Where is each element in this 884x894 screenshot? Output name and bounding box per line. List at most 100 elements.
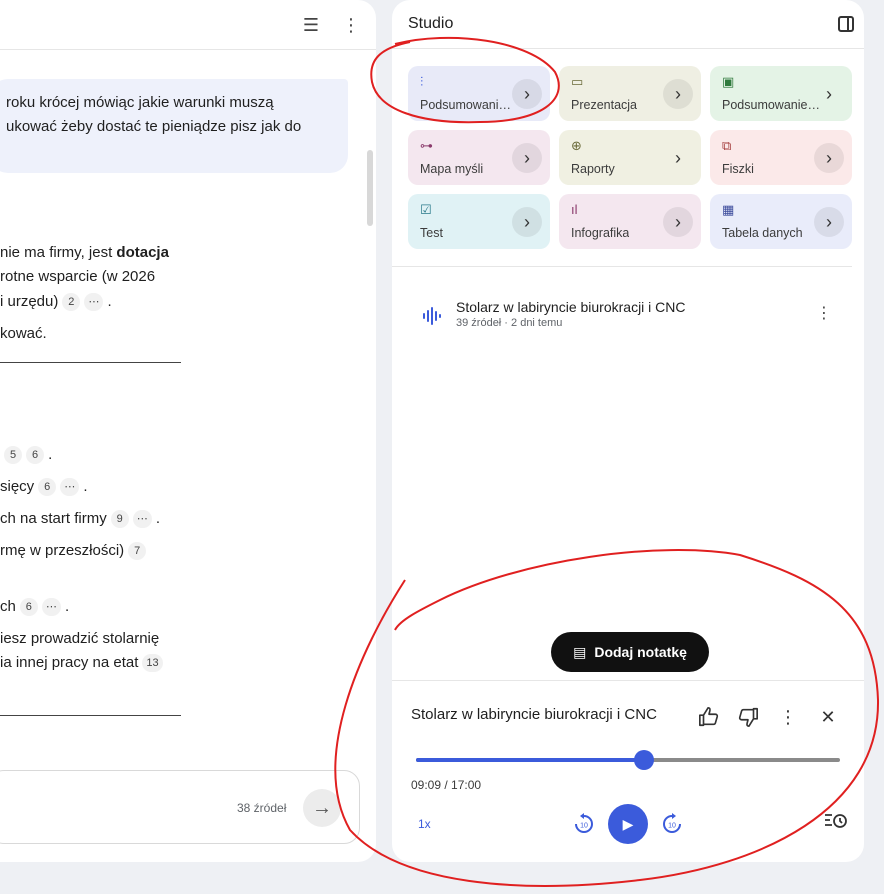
studio-tile-label: Podsumowanie… bbox=[722, 98, 820, 112]
slides-icon: ▭ bbox=[571, 74, 584, 89]
section-divider bbox=[0, 362, 181, 363]
studio-tile-label: Test bbox=[420, 226, 443, 240]
citation-chip[interactable]: 6 bbox=[19, 598, 38, 617]
close-icon[interactable]: ✕ bbox=[815, 704, 841, 730]
play-button[interactable]: ▶ bbox=[608, 804, 648, 844]
answer-text: nie ma firmy, jest bbox=[0, 244, 117, 261]
studio-tile[interactable]: ⫶ Podsumowani… › bbox=[408, 66, 550, 121]
answer-line: i urzędu) 2 ⋯ . bbox=[0, 291, 112, 313]
more-vert-icon[interactable]: ⋮ bbox=[340, 14, 362, 36]
studio-tile-label: Fiszki bbox=[722, 162, 754, 176]
answer-text: rmę w przeszłości) bbox=[0, 542, 125, 559]
playback-time: 09:09 / 17:00 bbox=[411, 778, 482, 792]
studio-tile[interactable]: ▭ Prezentacja › bbox=[559, 66, 701, 121]
answer-punct: . bbox=[79, 478, 88, 495]
user-message-line: roku krócej mówiąc jakie warunki muszą bbox=[6, 94, 274, 111]
answer-text: iesz prowadzić stolarnię bbox=[0, 630, 160, 647]
studio-tile[interactable]: ıl Infografika › bbox=[559, 194, 701, 249]
speed-button[interactable]: 1x bbox=[418, 817, 431, 831]
answer-line: sięcy 6 ⋯ . bbox=[0, 476, 88, 498]
answer-line: rotne wsparcie (w 2026 bbox=[0, 266, 155, 288]
mindmap-icon: ⊶ bbox=[420, 138, 433, 153]
svg-text:10: 10 bbox=[580, 823, 588, 830]
chevron-right-icon[interactable]: › bbox=[814, 207, 844, 237]
answer-bold-text: dotacja bbox=[116, 244, 169, 261]
studio-title: Studio bbox=[408, 15, 454, 32]
citation-chip[interactable]: 5 bbox=[4, 446, 22, 465]
chevron-right-icon[interactable]: › bbox=[512, 143, 542, 173]
studio-tile[interactable]: ▣ Podsumowanie… › bbox=[710, 66, 852, 121]
citation-chip[interactable]: 2 bbox=[62, 293, 81, 312]
citation-chip[interactable]: ⋯ bbox=[84, 293, 104, 312]
chevron-right-icon[interactable]: › bbox=[512, 79, 542, 109]
studio-tile[interactable]: ▦ Tabela danych › bbox=[710, 194, 852, 249]
chevron-right-icon[interactable]: › bbox=[512, 207, 542, 237]
more-vert-icon[interactable]: ⋮ bbox=[775, 704, 801, 730]
answer-text: ch bbox=[0, 598, 16, 615]
answer-line: iesz prowadzić stolarnię bbox=[0, 628, 159, 650]
note-title: Stolarz w labiryncie biurokracji i CNC bbox=[456, 299, 686, 315]
section-divider bbox=[0, 715, 181, 716]
studio-tile[interactable]: ⊶ Mapa myśli › bbox=[408, 130, 550, 185]
note-meta: 39 źródeł · 2 dni temu bbox=[456, 317, 563, 329]
table-icon: ▦ bbox=[722, 202, 735, 217]
citation-chip[interactable]: 7 bbox=[128, 542, 147, 561]
arrow-right-icon: → bbox=[312, 796, 332, 819]
studio-tile-label: Tabela danych bbox=[722, 226, 803, 240]
studio-tile[interactable]: ⧉ Fiszki › bbox=[710, 130, 852, 185]
chat-input[interactable]: 38 źródeł → bbox=[0, 770, 360, 844]
forward-10-icon[interactable]: 10 bbox=[658, 810, 686, 838]
answer-text: sięcy bbox=[0, 478, 35, 495]
answer-punct: . bbox=[103, 293, 112, 310]
rewind-10-icon[interactable]: 10 bbox=[570, 810, 598, 838]
chevron-right-icon[interactable]: › bbox=[663, 79, 693, 109]
playback-history-icon[interactable] bbox=[824, 811, 848, 836]
add-note-button[interactable]: ▤ Dodaj notatkę bbox=[551, 632, 709, 672]
tune-icon[interactable]: ☰ bbox=[300, 14, 322, 36]
progress-slider[interactable] bbox=[416, 750, 840, 770]
answer-line: ch na start firmy 9 ⋯ . bbox=[0, 508, 160, 530]
chevron-right-icon[interactable]: › bbox=[663, 143, 693, 173]
play-icon: ▶ bbox=[622, 815, 634, 832]
answer-line: ia innej pracy na etat 13 bbox=[0, 652, 163, 674]
thumb-up-icon[interactable] bbox=[696, 704, 722, 730]
studio-divider bbox=[392, 48, 864, 49]
svg-text:10: 10 bbox=[668, 823, 676, 830]
answer-line: kować. bbox=[0, 325, 47, 342]
citation-chip[interactable]: 13 bbox=[142, 654, 163, 673]
chevron-right-icon[interactable]: › bbox=[663, 207, 693, 237]
infographic-icon: ıl bbox=[571, 202, 578, 217]
thumb-down-icon[interactable] bbox=[735, 704, 761, 730]
more-vert-icon[interactable]: ⋮ bbox=[816, 303, 832, 323]
citation-chip[interactable]: 9 bbox=[110, 510, 129, 529]
source-count: 38 źródeł bbox=[237, 801, 287, 815]
chevron-right-icon[interactable]: › bbox=[814, 79, 844, 109]
studio-tile-label: Raporty bbox=[571, 162, 615, 176]
player-divider bbox=[392, 680, 864, 681]
progress-fill bbox=[416, 758, 645, 762]
chat-scrollbar[interactable] bbox=[367, 150, 373, 226]
user-message-line: ukować żeby dostać te pieniądze pisz jak… bbox=[6, 118, 302, 135]
note-icon: ▤ bbox=[573, 643, 587, 660]
report-icon: ⊕ bbox=[571, 138, 582, 153]
studio-tile[interactable]: ⊕ Raporty › bbox=[559, 130, 701, 185]
progress-thumb[interactable] bbox=[634, 750, 655, 770]
chat-header: ☰ ⋮ bbox=[0, 0, 376, 50]
citation-chip[interactable]: 6 bbox=[38, 478, 57, 497]
answer-text: rotne wsparcie (w 2026 bbox=[0, 268, 156, 285]
studio-tile[interactable]: ☑ Test › bbox=[408, 194, 550, 249]
send-button[interactable]: → bbox=[303, 789, 341, 827]
citation-chip[interactable]: ⋯ bbox=[60, 478, 80, 497]
answer-punct: . bbox=[151, 510, 161, 527]
studio-tile-label: Prezentacja bbox=[571, 98, 638, 112]
citation-chip[interactable]: 6 bbox=[26, 446, 44, 465]
answer-text: ia innej pracy na etat bbox=[0, 654, 139, 671]
studio-tile-label: Mapa myśli bbox=[420, 162, 484, 176]
add-note-label: Dodaj notatkę bbox=[594, 644, 687, 660]
video-icon: ▣ bbox=[722, 74, 735, 89]
studio-panel: Studio ⫶ Podsumowani… › ▭ Prezentacja › ▣ Podsu… bbox=[392, 0, 864, 862]
citation-chip[interactable]: ⋯ bbox=[41, 598, 61, 617]
citation-chip[interactable]: ⋯ bbox=[132, 510, 152, 529]
chevron-right-icon[interactable]: › bbox=[814, 143, 844, 173]
panel-toggle-icon[interactable] bbox=[838, 16, 854, 32]
